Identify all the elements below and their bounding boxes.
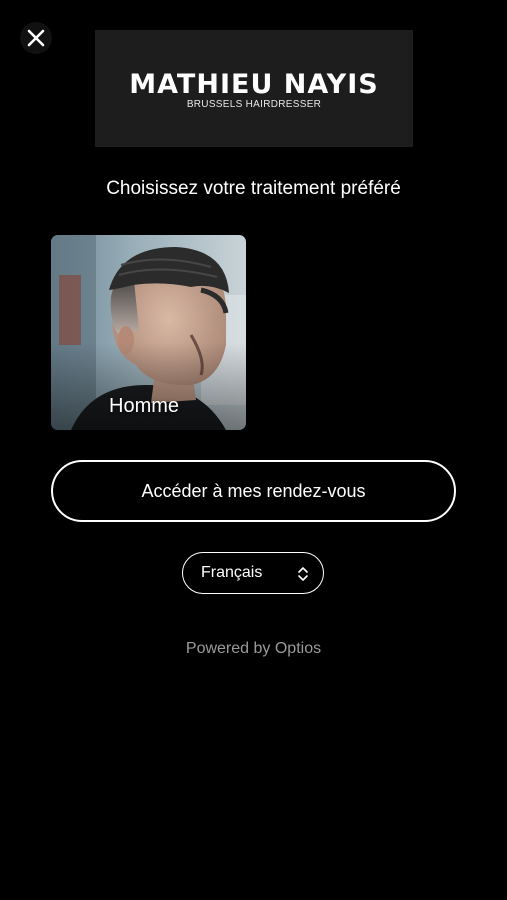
page-heading: Choisissez votre traitement préféré — [106, 178, 401, 199]
booking-screen: MATHIEU NAYIS BRUSSELS HAIRDRESSER Chois… — [0, 0, 507, 900]
language-selected-value: Français — [201, 564, 263, 581]
language-select[interactable]: Français — [182, 552, 324, 594]
my-appointments-button[interactable]: Accéder à mes rendez-vous — [51, 460, 456, 522]
close-button[interactable] — [20, 22, 52, 54]
salon-logo: MATHIEU NAYIS BRUSSELS HAIRDRESSER — [95, 30, 413, 147]
logo-subtitle: BRUSSELS HAIRDRESSER — [186, 99, 322, 110]
chevron-up-down-icon — [298, 567, 308, 581]
close-icon — [27, 29, 45, 47]
logo-title: MATHIEU NAYIS — [129, 69, 379, 100]
service-label: Homme — [109, 395, 180, 417]
powered-by-text: Powered by Optios — [185, 640, 322, 657]
service-card-homme[interactable]: Homme — [51, 235, 246, 430]
